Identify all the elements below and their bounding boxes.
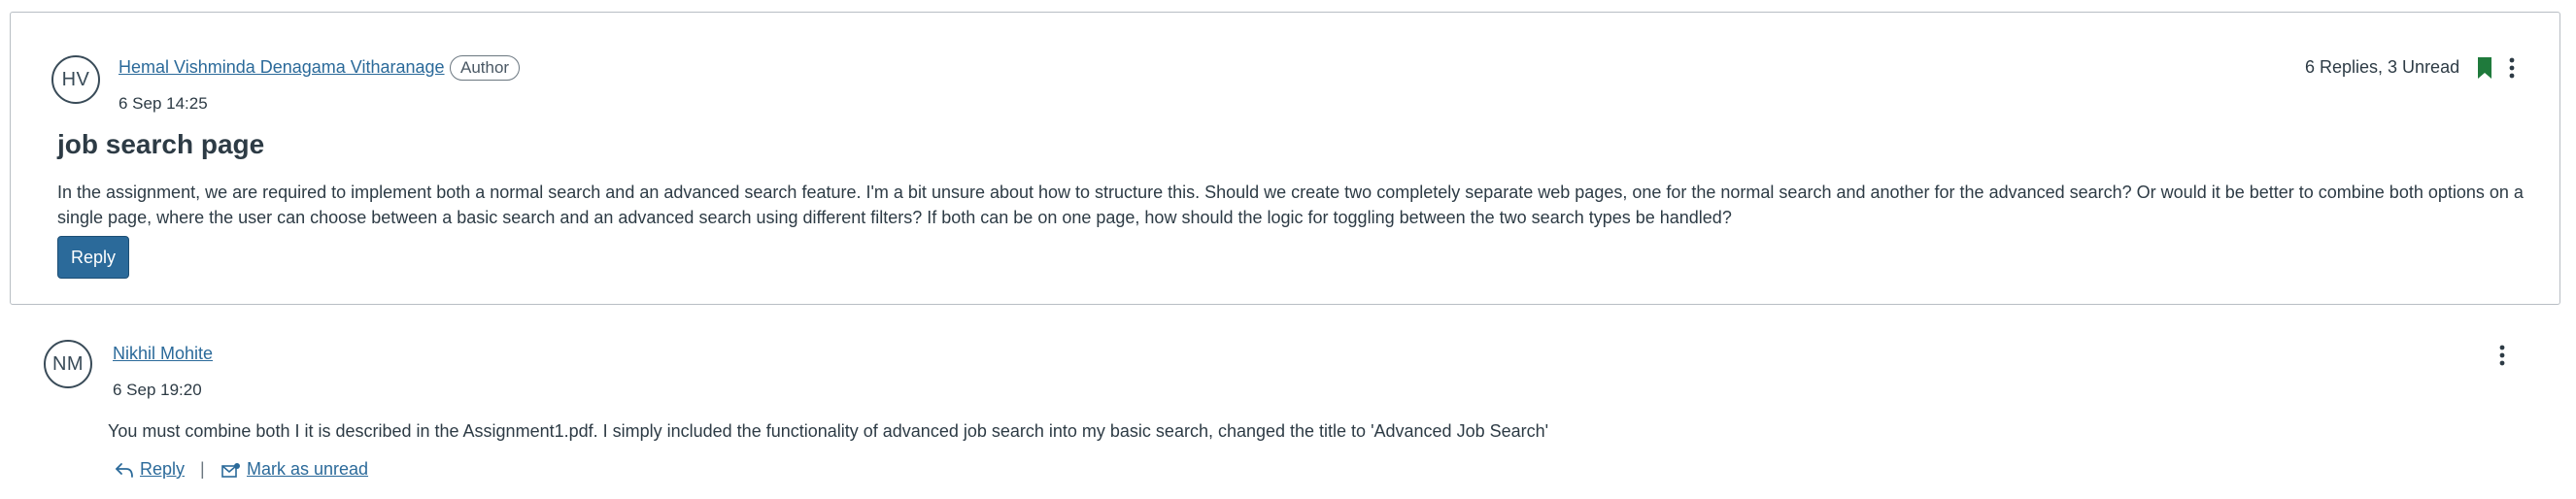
topic-body: In the assignment, we are required to im… [57, 183, 2524, 227]
reply-author-name-link[interactable]: Nikhil Mohite [113, 344, 213, 364]
reply-timestamp: 6 Sep 19:20 [113, 381, 202, 399]
author-role-badge: Author [450, 55, 521, 81]
replies-unread-count: 6 Replies, 3 Unread [2305, 57, 2460, 77]
author-avatar[interactable]: HV [51, 55, 100, 104]
bookmark-icon[interactable] [2478, 57, 2491, 79]
reply-author-avatar[interactable]: NM [44, 340, 92, 388]
reply-link-label: Reply [140, 459, 186, 479]
kebab-menu-icon[interactable] [2492, 344, 2512, 367]
avatar-initials: HV [61, 68, 90, 90]
mark-as-unread-label: Mark as unread [247, 459, 369, 479]
post-timestamp: 6 Sep 14:25 [119, 94, 208, 113]
reply-link[interactable]: Reply [115, 459, 185, 480]
reply-entry: NM Nikhil Mohite 6 Sep 19:20 You must co… [0, 305, 2576, 499]
reply-arrow-icon [116, 462, 133, 478]
author-name-link[interactable]: Hemal Vishminda Denagama Vitharanage [119, 57, 445, 78]
avatar-initials: NM [51, 352, 85, 375]
mark-unread-icon [221, 462, 240, 478]
action-separator: | [200, 459, 205, 479]
kebab-menu-icon[interactable] [2502, 56, 2522, 80]
reply-body: You must combine both I it is described … [108, 421, 1549, 441]
mark-as-unread-link[interactable]: Mark as unread [221, 459, 368, 480]
topic-post-card: HV Hemal Vishminda Denagama Vitharanage … [10, 12, 2560, 305]
topic-title: job search page [57, 129, 265, 159]
reply-button[interactable]: Reply [57, 236, 130, 279]
